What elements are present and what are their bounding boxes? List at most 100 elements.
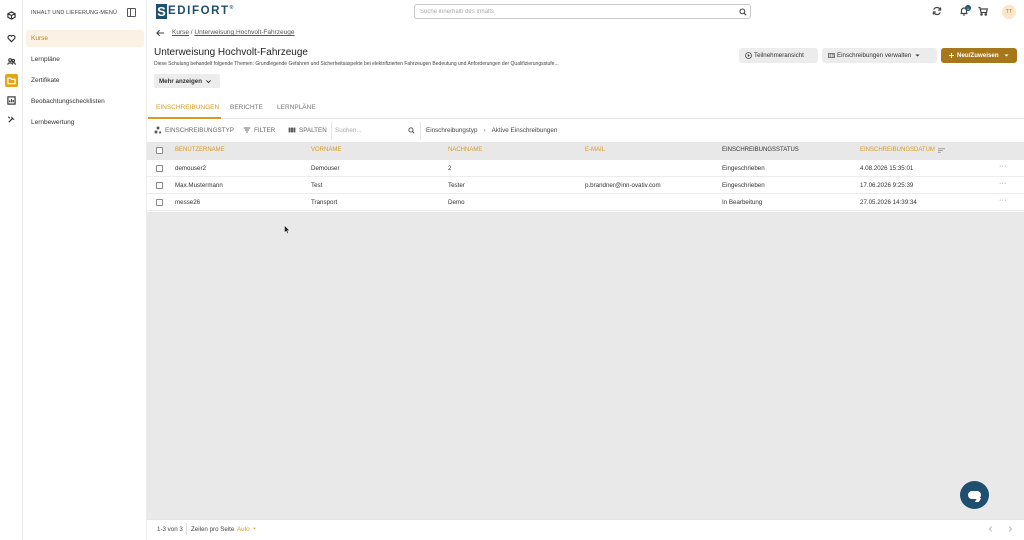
menu-item-beobachtungschecklisten[interactable]: Beobachtungschecklisten — [26, 93, 144, 110]
breadcrumb-course[interactable]: Unterweisung Hochvolt-Fahrzeuge — [194, 29, 294, 36]
next-page-icon[interactable] — [1006, 525, 1014, 533]
new-assign-label: Neu/Zuweisen — [957, 52, 999, 59]
tabs-divider — [147, 118, 1024, 119]
caret-down-icon — [1004, 54, 1009, 57]
category-icon — [154, 126, 162, 134]
cube-icon[interactable] — [5, 9, 18, 22]
menu-title: INHALT UND LIEFERUNG-MENÜ — [31, 10, 118, 16]
brand-logo[interactable]: S EDIFORT® — [156, 3, 233, 19]
enrollment-path: Einschreibungstyp › Aktive Einschreibungen — [426, 127, 557, 134]
breadcrumb-separator: / — [190, 29, 193, 36]
search-icon[interactable] — [408, 127, 415, 134]
row-more-icon[interactable]: ··· — [999, 163, 1007, 170]
search-icon[interactable] — [739, 8, 747, 16]
content-delivery-menu: INHALT UND LIEFERUNG-MENÜ Kurse Lernplän… — [23, 0, 147, 540]
table-search-input[interactable] — [335, 125, 405, 136]
participant-view-button[interactable]: Teilnehmeransicht — [739, 48, 818, 63]
cell-username: messe26 — [175, 199, 201, 206]
mouse-cursor-icon — [284, 225, 290, 234]
previous-page-icon[interactable] — [987, 525, 995, 533]
global-search — [414, 4, 751, 19]
enrollment-type-button[interactable]: EINSCHREIBUNGSTYP — [154, 126, 234, 134]
manage-enrollments-button[interactable]: Einschreibungen verwalten — [822, 48, 937, 63]
collapse-menu-icon[interactable] — [127, 8, 136, 17]
icon-rail — [0, 0, 23, 540]
cart-icon[interactable] — [978, 6, 989, 16]
column-header-status[interactable]: EINSCHREIBUNGSSTATUS — [722, 147, 799, 153]
page-title: Unterweisung Hochvolt-Fahrzeuge — [154, 47, 308, 58]
cell-lastname: Demo — [448, 199, 465, 206]
sort-icon[interactable] — [938, 148, 945, 153]
row-checkbox[interactable] — [156, 165, 163, 172]
columns-label: SPALTEN — [299, 126, 327, 134]
column-header-date[interactable]: EINSCHREIBUNGSDATUM — [860, 147, 935, 153]
cell-firstname: Transport — [311, 199, 338, 206]
filter-label: FILTER — [254, 126, 276, 134]
table-footer — [147, 519, 1024, 540]
toolbar-divider — [331, 122, 332, 140]
toolbar-divider — [420, 122, 421, 140]
footer-divider — [186, 523, 187, 535]
cell-status: Eingeschrieben — [722, 165, 765, 172]
tab-berichte[interactable]: BERICHTE — [230, 104, 263, 111]
menu-item-lernplaene[interactable]: Lernpläne — [26, 51, 144, 68]
global-search-input[interactable] — [420, 7, 720, 17]
enrollment-type-label: EINSCHREIBUNGSTYP — [165, 126, 234, 134]
breadcrumb-kurse[interactable]: Kurse — [172, 29, 189, 36]
play-circle-icon — [745, 52, 752, 59]
manage-enrollments-label: Einschreibungen verwalten — [837, 52, 912, 59]
users-icon[interactable] — [5, 55, 18, 68]
heart-icon[interactable] — [5, 32, 18, 45]
row-checkbox[interactable] — [156, 182, 163, 189]
column-header-lastname[interactable]: NACHNAME — [448, 147, 482, 153]
user-avatar[interactable]: TT — [1002, 5, 1016, 19]
row-checkbox[interactable] — [156, 199, 163, 206]
chart-icon[interactable] — [5, 94, 18, 107]
cell-lastname: 2 — [448, 165, 452, 172]
column-header-firstname[interactable]: VORNAME — [311, 147, 341, 153]
rows-per-page-select[interactable]: Auto — [237, 526, 257, 533]
table-empty-area — [147, 212, 1024, 519]
rows-per-page-value: Auto — [237, 526, 250, 533]
tab-einschreibungen[interactable]: EINSCHREIBUNGEN — [156, 104, 219, 111]
new-assign-button[interactable]: Neu/Zuweisen — [941, 48, 1017, 63]
filter-button[interactable]: FILTER — [243, 126, 275, 134]
cell-status: In Bearbeitung — [722, 199, 763, 206]
chat-button[interactable] — [960, 481, 989, 509]
cell-username: demouser2 — [175, 165, 206, 172]
brand-registered: ® — [229, 5, 234, 12]
breadcrumb: Kurse / Unterweisung Hochvolt-Fahrzeuge — [172, 29, 295, 36]
cell-email: p.brandner@inn-ovativ.com — [585, 182, 661, 189]
cell-date: 17.06.2026 9:25:39 — [860, 182, 914, 189]
brand-mark: S — [156, 3, 167, 19]
plus-icon — [949, 53, 954, 58]
path-root[interactable]: Einschreibungstyp — [426, 127, 477, 134]
menu-item-lernbewertung[interactable]: Lernbewertung — [26, 114, 144, 131]
cell-firstname: Demouser — [311, 165, 340, 172]
back-arrow-icon[interactable] — [156, 29, 165, 37]
pagination-range: 1-3 von 3 — [157, 526, 183, 533]
cell-date: 27.05.2026 14:39:34 — [860, 199, 917, 206]
cell-status: Eingeschrieben — [722, 182, 765, 189]
row-more-icon[interactable]: ··· — [999, 197, 1007, 204]
column-header-email[interactable]: E-MAIL — [585, 147, 605, 153]
sync-icon[interactable] — [932, 6, 942, 16]
menu-item-zertifikate[interactable]: Zertifikate — [26, 72, 144, 89]
course-description: Diese Schulung behandelt folgende Themen… — [154, 61, 559, 67]
tools-icon[interactable] — [5, 113, 18, 126]
participant-view-label: Teilnehmeransicht — [754, 52, 804, 59]
folder-icon[interactable] — [5, 74, 18, 87]
column-header-username[interactable]: BENUTZERNAME — [175, 147, 225, 153]
columns-button[interactable]: SPALTEN — [288, 126, 327, 134]
rows-per-page-label: Zeilen pro Seite — [191, 526, 235, 533]
caret-down-icon — [915, 54, 920, 57]
row-more-icon[interactable]: ··· — [999, 180, 1007, 187]
tab-lernplaene[interactable]: LERNPLÄNE — [277, 104, 316, 111]
show-more-button[interactable]: Mehr anzeigen — [154, 74, 220, 88]
show-more-label: Mehr anzeigen — [159, 77, 202, 85]
id-card-icon — [828, 53, 835, 58]
select-all-checkbox[interactable] — [156, 147, 163, 154]
brand-name: EDIFORT® — [168, 5, 233, 17]
menu-item-kurse[interactable]: Kurse — [26, 30, 144, 47]
chevron-down-icon — [206, 79, 211, 83]
